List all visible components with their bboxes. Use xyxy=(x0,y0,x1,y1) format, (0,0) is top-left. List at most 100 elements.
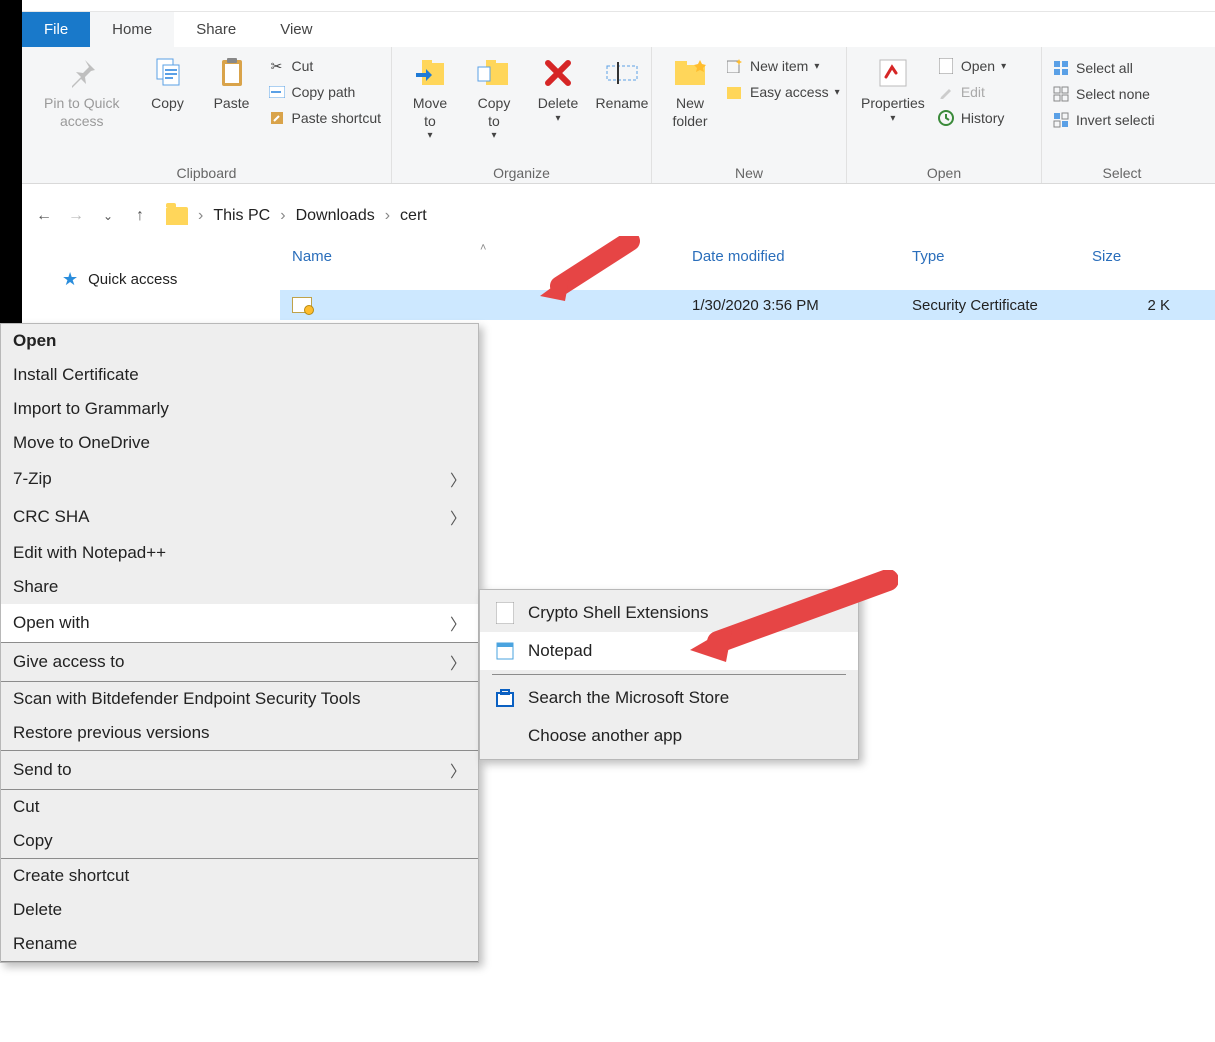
window-left-border xyxy=(0,0,22,330)
pin-to-quick-access-button[interactable]: Pin to Quick access xyxy=(30,51,134,134)
sub-search-store[interactable]: Search the Microsoft Store xyxy=(480,679,858,717)
file-type: Security Certificate xyxy=(900,297,1080,314)
chevron-down-icon: ▾ xyxy=(491,130,496,143)
blank-icon xyxy=(494,725,516,747)
column-type[interactable]: Type xyxy=(900,248,1080,265)
ctx-give-access-to[interactable]: Give access to〉 xyxy=(1,643,478,681)
file-size: 2 K xyxy=(1080,297,1190,314)
open-file-icon xyxy=(937,57,955,75)
tab-home[interactable]: Home xyxy=(90,12,174,47)
crumb-pc[interactable]: This PC xyxy=(213,207,270,225)
nav-quick-access[interactable]: ★ Quick access xyxy=(62,265,280,294)
new-folder-button[interactable]: New folder xyxy=(660,51,720,134)
properties-button[interactable]: Properties ▾ xyxy=(855,51,931,129)
file-row-selected[interactable]: 1/30/2020 3:56 PM Security Certificate 2… xyxy=(280,290,1215,320)
new-group-label: New xyxy=(660,161,838,183)
copy-label: Copy xyxy=(151,95,184,113)
crumb-downloads[interactable]: Downloads xyxy=(296,207,375,225)
edit-button[interactable]: Edit xyxy=(935,81,1008,103)
chevron-down-icon: ▾ xyxy=(814,61,819,72)
cut-button[interactable]: ✂Cut xyxy=(266,55,384,77)
path-icon xyxy=(268,83,286,101)
ctx-move-onedrive[interactable]: Move to OneDrive xyxy=(1,426,478,460)
ctx-share[interactable]: Share xyxy=(1,570,478,604)
chevron-right-icon: 〉 xyxy=(450,758,466,782)
ctx-crc-sha[interactable]: CRC SHA〉 xyxy=(1,498,478,536)
ctx-cut[interactable]: Cut xyxy=(1,790,478,824)
nav-forward-button[interactable]: → xyxy=(64,204,88,228)
copy-icon xyxy=(150,55,186,91)
column-date[interactable]: Date modified xyxy=(680,248,900,265)
paste-label: Paste xyxy=(214,95,250,113)
paste-shortcut-button[interactable]: Paste shortcut xyxy=(266,107,384,129)
ctx-scan-bitdefender[interactable]: Scan with Bitdefender Endpoint Security … xyxy=(1,682,478,716)
easy-access-button[interactable]: Easy access ▾ xyxy=(724,81,842,103)
pin-icon xyxy=(64,55,100,91)
copy-to-button[interactable]: Copy to ▾ xyxy=(464,51,524,147)
nav-recent-dropdown[interactable]: ⌄ xyxy=(96,204,120,228)
notepad-icon xyxy=(494,640,516,662)
select-none-button[interactable]: Select none xyxy=(1050,83,1157,105)
shortcut-icon xyxy=(268,109,286,127)
navigation-pane: ★ Quick access xyxy=(22,237,280,294)
move-to-button[interactable]: Move to ▾ xyxy=(400,51,460,147)
chevron-down-icon: ▾ xyxy=(835,87,840,98)
pin-label: Pin to Quick access xyxy=(36,95,128,130)
ctx-7zip[interactable]: 7-Zip〉 xyxy=(1,460,478,498)
ctx-rename[interactable]: Rename xyxy=(1,927,478,961)
chevron-right-icon: 〉 xyxy=(450,467,466,491)
column-size[interactable]: Size xyxy=(1080,248,1190,265)
edit-icon xyxy=(937,83,955,101)
ctx-create-shortcut[interactable]: Create shortcut xyxy=(1,859,478,893)
history-button[interactable]: History xyxy=(935,107,1008,129)
nav-back-button[interactable]: ← xyxy=(32,204,56,228)
sub-choose-app[interactable]: Choose another app xyxy=(480,717,858,755)
new-folder-icon xyxy=(672,55,708,91)
rename-button[interactable]: Rename xyxy=(592,51,652,117)
select-all-button[interactable]: Select all xyxy=(1050,57,1157,79)
ctx-edit-notepadpp[interactable]: Edit with Notepad++ xyxy=(1,536,478,570)
ctx-open[interactable]: Open xyxy=(1,324,478,358)
scissors-icon: ✂ xyxy=(268,57,286,75)
nav-up-button[interactable]: ↑ xyxy=(128,204,152,228)
tab-view[interactable]: View xyxy=(258,12,334,47)
copy-button[interactable]: Copy xyxy=(138,51,198,117)
file-icon xyxy=(494,602,516,624)
sort-indicator-icon: ˄ xyxy=(480,242,486,254)
ctx-open-with[interactable]: Open with〉 xyxy=(1,604,478,642)
store-icon xyxy=(494,687,516,709)
move-to-icon xyxy=(412,55,448,91)
tab-share[interactable]: Share xyxy=(174,12,258,47)
separator xyxy=(1,961,478,962)
address-bar: ← → ⌄ ↑ › This PC › Downloads › cert xyxy=(22,195,1215,237)
rename-icon xyxy=(604,55,640,91)
crumb-cert[interactable]: cert xyxy=(400,207,427,225)
star-icon: ★ xyxy=(62,269,78,290)
chevron-down-icon: ▾ xyxy=(427,130,432,143)
select-all-icon xyxy=(1052,59,1070,77)
invert-selection-button[interactable]: Invert selecti xyxy=(1050,109,1157,131)
easy-access-icon xyxy=(726,83,744,101)
open-button[interactable]: Open ▾ xyxy=(935,55,1008,77)
copy-path-button[interactable]: Copy path xyxy=(266,81,384,103)
history-icon xyxy=(937,109,955,127)
ctx-delete[interactable]: Delete xyxy=(1,893,478,927)
organize-group-label: Organize xyxy=(400,161,643,183)
ctx-import-grammarly[interactable]: Import to Grammarly xyxy=(1,392,478,426)
breadcrumb[interactable]: › This PC › Downloads › cert xyxy=(166,207,427,225)
chevron-right-icon: 〉 xyxy=(450,611,466,635)
chevron-down-icon: ▾ xyxy=(555,113,560,126)
properties-icon xyxy=(875,55,911,91)
new-item-button[interactable]: New item ▾ xyxy=(724,55,842,77)
ctx-install-certificate[interactable]: Install Certificate xyxy=(1,358,478,392)
context-menu: Open Install Certificate Import to Gramm… xyxy=(0,323,479,963)
ctx-send-to[interactable]: Send to〉 xyxy=(1,751,478,789)
delete-button[interactable]: Delete ▾ xyxy=(528,51,588,129)
chevron-down-icon: ▾ xyxy=(1001,61,1006,72)
ctx-restore-versions[interactable]: Restore previous versions xyxy=(1,716,478,750)
separator xyxy=(492,674,846,675)
tab-file[interactable]: File xyxy=(22,12,90,47)
invert-selection-icon xyxy=(1052,111,1070,129)
ctx-copy[interactable]: Copy xyxy=(1,824,478,858)
paste-button[interactable]: Paste xyxy=(202,51,262,117)
